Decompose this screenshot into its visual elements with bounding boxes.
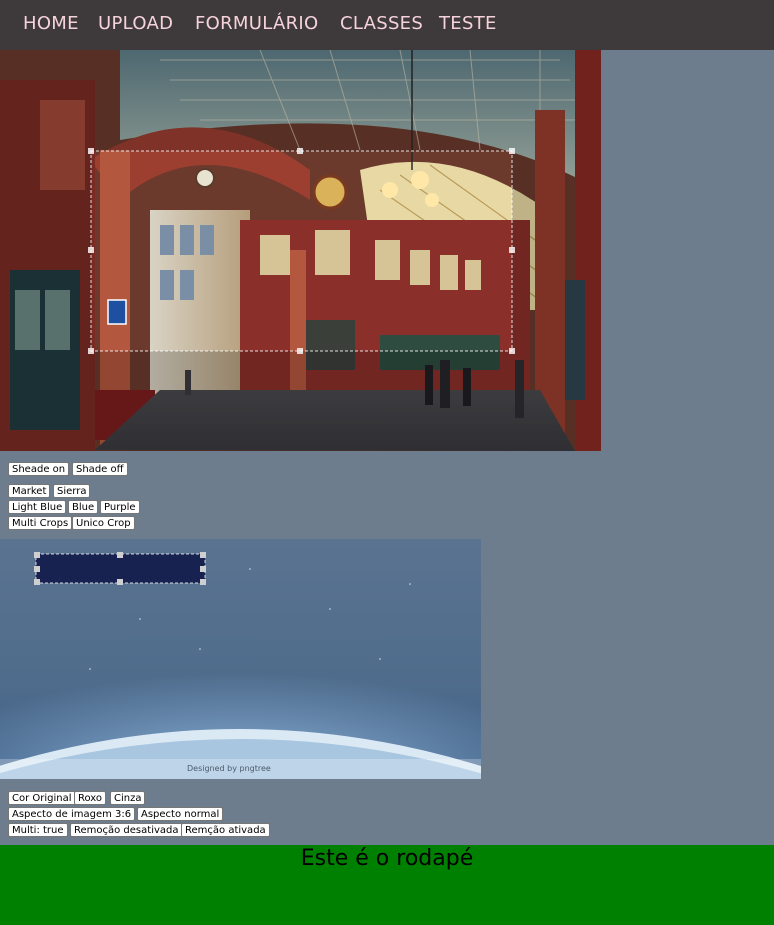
market-hall-photo xyxy=(0,50,601,451)
earth-space-photo xyxy=(0,539,481,779)
aspect-3-6-button[interactable]: Aspecto de imagem 3:6 xyxy=(8,807,136,821)
nav-classes[interactable]: CLASSES xyxy=(340,13,423,34)
market-button[interactable]: Market xyxy=(8,484,51,498)
footer: Este é o rodapé xyxy=(0,845,774,925)
market-image-cropper[interactable] xyxy=(0,50,601,451)
cor-original-button[interactable]: Cor Original xyxy=(8,791,76,805)
remcao-ativada-button[interactable]: Remção ativada xyxy=(181,823,270,837)
multi-crops-button[interactable]: Multi Crops xyxy=(8,516,73,530)
unico-crop-button[interactable]: Unico Crop xyxy=(72,516,135,530)
space-image-cropper[interactable]: Designed by pngtree xyxy=(0,539,481,779)
watermark-text: Designed by pngtree xyxy=(187,764,271,773)
aspect-normal-button[interactable]: Aspecto normal xyxy=(137,807,224,821)
light-blue-button[interactable]: Light Blue xyxy=(8,500,67,514)
purple-button[interactable]: Purple xyxy=(100,500,140,514)
nav-upload[interactable]: UPLOAD xyxy=(98,13,173,34)
roxo-button[interactable]: Roxo xyxy=(74,791,107,805)
nav-home[interactable]: HOME xyxy=(23,13,79,34)
cinza-button[interactable]: Cinza xyxy=(110,791,146,805)
footer-text: Este é o rodapé xyxy=(300,846,474,871)
blue-button[interactable]: Blue xyxy=(68,500,99,514)
sierra-button[interactable]: Sierra xyxy=(53,484,91,498)
shade-on-button[interactable]: Sheade on xyxy=(8,462,70,476)
multi-true-button[interactable]: Multi: true xyxy=(8,823,68,837)
top-nav: HOME UPLOAD FORMULÁRIO CLASSES TESTE xyxy=(0,0,774,50)
shade-off-button[interactable]: Shade off xyxy=(72,462,128,476)
nav-formulario[interactable]: FORMULÁRIO xyxy=(195,13,318,34)
remocao-desativada-button[interactable]: Remoção desativada xyxy=(70,823,183,837)
nav-teste[interactable]: TESTE xyxy=(439,13,497,34)
